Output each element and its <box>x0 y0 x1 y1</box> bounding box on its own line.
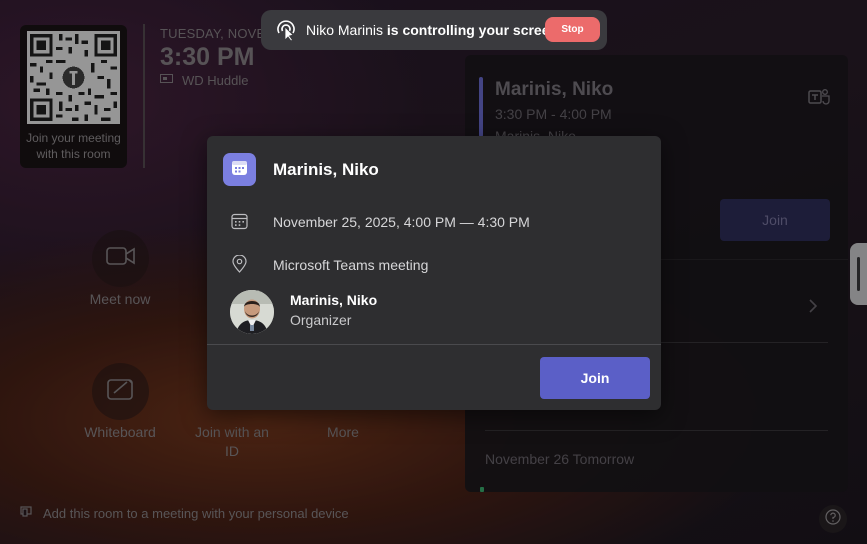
location-row: Microsoft Teams meeting <box>231 254 428 278</box>
meeting-datetime: November 25, 2025, 4:00 PM — 4:30 PM <box>273 214 530 230</box>
controller-name: Niko Marinis <box>306 22 384 38</box>
dialog-join-button[interactable]: Join <box>540 357 650 399</box>
datetime-row: November 25, 2025, 4:00 PM — 4:30 PM <box>231 213 530 235</box>
meeting-details-dialog: Marinis, Niko November 25, 2025, 4:00 PM… <box>207 136 661 410</box>
organizer-avatar <box>230 290 274 334</box>
banner-status: is controlling your screen <box>383 22 559 38</box>
organizer-role: Organizer <box>290 312 352 328</box>
organizer-name: Marinis, Niko <box>290 292 378 308</box>
calendar-badge <box>223 153 256 186</box>
calendar-icon <box>231 159 248 181</box>
remote-control-icon <box>275 18 297 47</box>
remote-control-banner: Niko Marinis is controlling your screen … <box>261 10 607 50</box>
location-pin-icon <box>231 254 248 278</box>
meeting-location: Microsoft Teams meeting <box>273 257 429 273</box>
calendar-outline-icon <box>231 213 248 235</box>
banner-message: Niko Marinis is controlling your screen <box>306 22 558 38</box>
dialog-divider <box>207 344 661 345</box>
dialog-title: Marinis, Niko <box>273 160 379 179</box>
stop-control-button[interactable]: Stop <box>545 17 600 42</box>
